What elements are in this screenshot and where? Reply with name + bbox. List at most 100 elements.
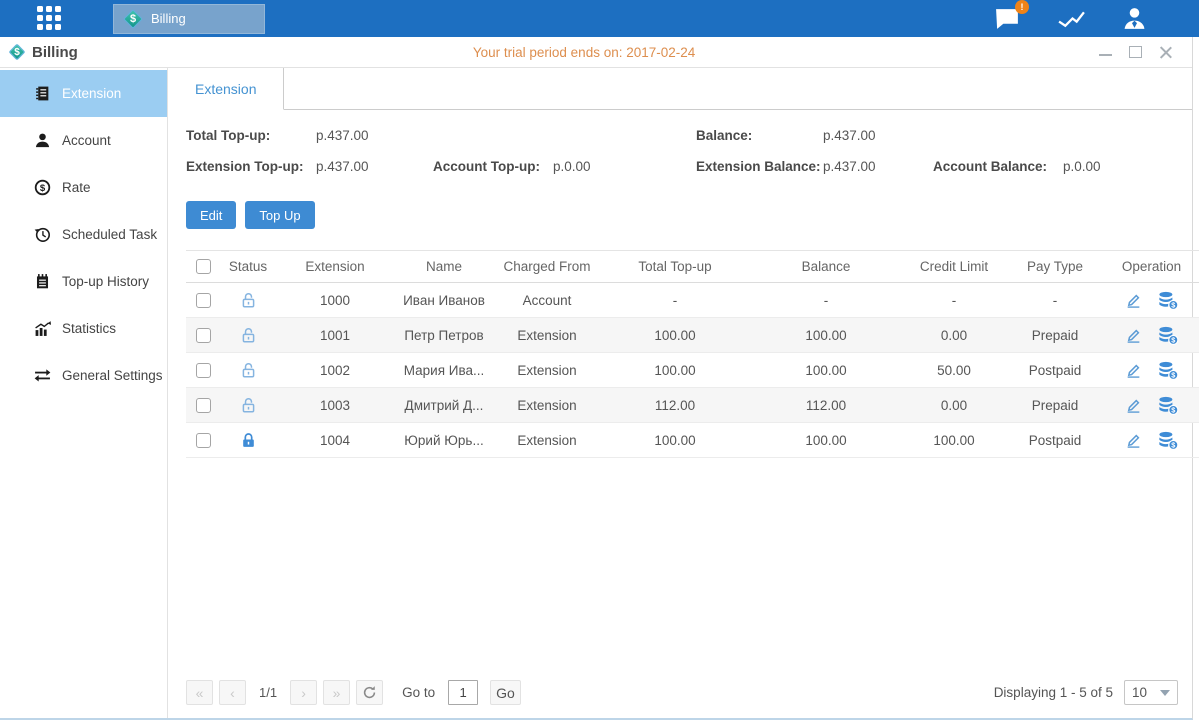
topup-coins-icon[interactable]: $ bbox=[1158, 396, 1179, 415]
svg-text:$: $ bbox=[1171, 370, 1175, 379]
taskbar-tab-label: Billing bbox=[151, 11, 186, 26]
topup-coins-icon[interactable]: $ bbox=[1158, 326, 1179, 345]
column-header: Name bbox=[394, 251, 494, 283]
billing-window-icon: $ bbox=[9, 44, 25, 60]
main-content: Extension Total Top-up: p.437.00 Balance… bbox=[168, 68, 1192, 718]
page-size-select[interactable]: 10 bbox=[1124, 680, 1178, 705]
row-checkbox[interactable] bbox=[196, 293, 211, 308]
charged-from-cell: Extension bbox=[494, 423, 600, 458]
operation-cell: $ bbox=[1104, 318, 1199, 353]
refresh-button[interactable] bbox=[356, 680, 383, 705]
tab-extension[interactable]: Extension bbox=[168, 68, 284, 110]
status-cell bbox=[220, 423, 276, 458]
pay-type-cell: Prepaid bbox=[1006, 318, 1104, 353]
extension-icon bbox=[33, 85, 51, 103]
general-settings-icon bbox=[33, 367, 51, 385]
lock-closed-icon bbox=[240, 432, 257, 449]
sidebar-item-account[interactable]: Account bbox=[0, 117, 167, 164]
total-topup-label: Total Top-up: bbox=[186, 128, 316, 143]
sidebar-item-scheduled-task[interactable]: Scheduled Task bbox=[0, 211, 167, 258]
next-page-button[interactable]: › bbox=[290, 680, 317, 705]
total-topup-cell: 100.00 bbox=[600, 318, 750, 353]
topup-coins-icon[interactable]: $ bbox=[1158, 291, 1179, 310]
balance-cell: 100.00 bbox=[750, 318, 902, 353]
lock-open-icon bbox=[240, 292, 257, 309]
svg-text:$: $ bbox=[1171, 335, 1175, 344]
edit-pencil-icon[interactable] bbox=[1125, 292, 1142, 309]
edit-pencil-icon[interactable] bbox=[1125, 397, 1142, 414]
maximize-icon[interactable] bbox=[1129, 46, 1142, 58]
svg-text:$: $ bbox=[1171, 405, 1175, 414]
trial-notice: Your trial period ends on: 2017-02-24 bbox=[473, 45, 695, 60]
name-cell: Иван Иванов bbox=[394, 283, 494, 318]
page-indicator: 1/1 bbox=[259, 685, 277, 700]
credit-limit-cell: 0.00 bbox=[902, 318, 1006, 353]
user-menu-icon[interactable] bbox=[1122, 7, 1147, 30]
first-page-button[interactable]: « bbox=[186, 680, 213, 705]
topup-coins-icon[interactable]: $ bbox=[1158, 361, 1179, 380]
svg-text:$: $ bbox=[1171, 440, 1175, 449]
select-all-checkbox[interactable] bbox=[196, 259, 211, 274]
total-topup-cell: 100.00 bbox=[600, 423, 750, 458]
extension-cell: 1000 bbox=[276, 283, 394, 318]
edit-pencil-icon[interactable] bbox=[1125, 362, 1142, 379]
tab-bar: Extension bbox=[168, 68, 1192, 110]
credit-limit-cell: 50.00 bbox=[902, 353, 1006, 388]
top-up-button[interactable]: Top Up bbox=[245, 201, 314, 229]
pay-type-cell: Postpaid bbox=[1006, 353, 1104, 388]
notification-badge: ! bbox=[1015, 0, 1029, 14]
goto-page-input[interactable] bbox=[448, 680, 478, 705]
pay-type-cell: Postpaid bbox=[1006, 423, 1104, 458]
edit-button[interactable]: Edit bbox=[186, 201, 236, 229]
column-header: Extension bbox=[276, 251, 394, 283]
last-page-button[interactable]: » bbox=[323, 680, 350, 705]
credit-limit-cell: 0.00 bbox=[902, 388, 1006, 423]
balance-summary: Total Top-up: p.437.00 Balance: p.437.00… bbox=[168, 110, 1192, 174]
resource-monitor-icon[interactable] bbox=[1057, 7, 1086, 30]
row-checkbox[interactable] bbox=[196, 398, 211, 413]
column-header: Total Top-up bbox=[600, 251, 750, 283]
taskbar-billing-tab[interactable]: $ Billing bbox=[113, 4, 265, 34]
notifications-icon[interactable]: ! bbox=[994, 6, 1021, 31]
balance-field: Balance: p.437.00 bbox=[696, 128, 933, 143]
row-checkbox[interactable] bbox=[196, 363, 211, 378]
minimize-icon[interactable] bbox=[1099, 46, 1112, 58]
sidebar: Extension Account $RateScheduled TaskTop-u… bbox=[0, 68, 168, 718]
sidebar-item-extension[interactable]: Extension bbox=[0, 70, 167, 117]
extension-balance-label: Extension Balance: bbox=[696, 159, 823, 174]
scheduled-task-icon bbox=[33, 226, 51, 244]
table-row: 1004Юрий Юрь...Extension100.00100.00100.… bbox=[186, 423, 1199, 458]
close-icon[interactable] bbox=[1159, 46, 1172, 58]
sidebar-item-general-settings[interactable]: General Settings bbox=[0, 352, 167, 399]
extension-cell: 1002 bbox=[276, 353, 394, 388]
edit-pencil-icon[interactable] bbox=[1125, 327, 1142, 344]
sidebar-item-rate[interactable]: $Rate bbox=[0, 164, 167, 211]
status-cell bbox=[220, 283, 276, 318]
name-cell: Петр Петров bbox=[394, 318, 494, 353]
sidebar-item-label: Account bbox=[62, 133, 111, 148]
total-topup-value: p.437.00 bbox=[316, 128, 369, 143]
row-checkbox-cell bbox=[186, 318, 220, 353]
edit-pencil-icon[interactable] bbox=[1125, 432, 1142, 449]
balance-cell: 100.00 bbox=[750, 423, 902, 458]
app-grid-icon[interactable] bbox=[37, 6, 63, 32]
row-checkbox-cell bbox=[186, 353, 220, 388]
account-balance-label: Account Balance: bbox=[933, 159, 1063, 174]
system-topbar: $ Billing ! bbox=[0, 0, 1199, 37]
sidebar-item-label: Rate bbox=[62, 180, 91, 195]
extension-cell: 1003 bbox=[276, 388, 394, 423]
topup-history-icon bbox=[33, 273, 51, 291]
sidebar-item-topup-history[interactable]: Top-up History bbox=[0, 258, 167, 305]
lock-open-icon bbox=[240, 397, 257, 414]
go-button[interactable]: Go bbox=[490, 680, 521, 705]
operation-cell: $ bbox=[1104, 353, 1199, 388]
row-checkbox[interactable] bbox=[196, 328, 211, 343]
pay-type-cell: - bbox=[1006, 283, 1104, 318]
topup-coins-icon[interactable]: $ bbox=[1158, 431, 1179, 450]
sidebar-item-label: General Settings bbox=[62, 368, 163, 383]
sidebar-item-statistics[interactable]: Statistics bbox=[0, 305, 167, 352]
column-header: Operation bbox=[1104, 251, 1199, 283]
row-checkbox[interactable] bbox=[196, 433, 211, 448]
prev-page-button[interactable]: ‹ bbox=[219, 680, 246, 705]
credit-limit-cell: 100.00 bbox=[902, 423, 1006, 458]
